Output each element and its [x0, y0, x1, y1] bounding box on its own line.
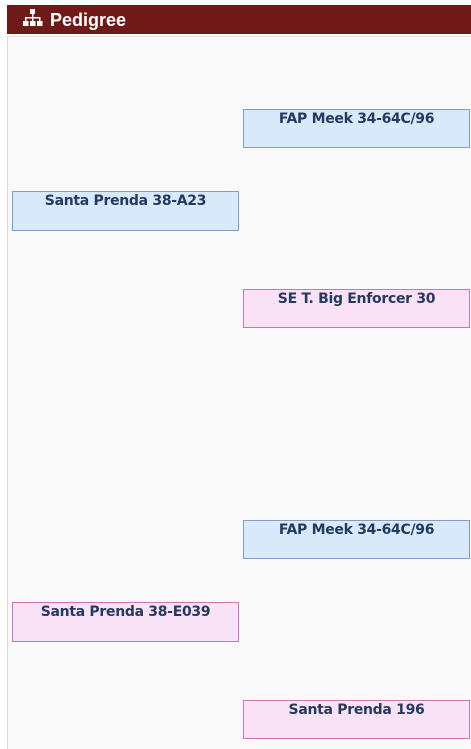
pedigree-node-sire-dam[interactable]: SE T. Big Enforcer 30 — [243, 289, 470, 328]
pedigree-node-dam-dam[interactable]: Santa Prenda 196 — [243, 700, 470, 739]
pedigree-node-dam[interactable]: Santa Prenda 38-E039 — [12, 602, 239, 642]
page-title: Pedigree — [50, 10, 127, 30]
pedigree-node-dam-sire[interactable]: FAP Meek 34-64C/96 — [243, 520, 470, 559]
pedigree-panel: Pedigree FAP Meek 34-64C/96 Santa Prenda… — [7, 5, 471, 749]
pedigree-node-sire-sire[interactable]: FAP Meek 34-64C/96 — [243, 109, 470, 148]
pedigree-tree: FAP Meek 34-64C/96 Santa Prenda 38-A23 S… — [7, 36, 471, 749]
pedigree-tree-icon — [21, 8, 45, 28]
pedigree-header: Pedigree — [7, 5, 471, 34]
pedigree-node-sire[interactable]: Santa Prenda 38-A23 — [12, 191, 239, 231]
